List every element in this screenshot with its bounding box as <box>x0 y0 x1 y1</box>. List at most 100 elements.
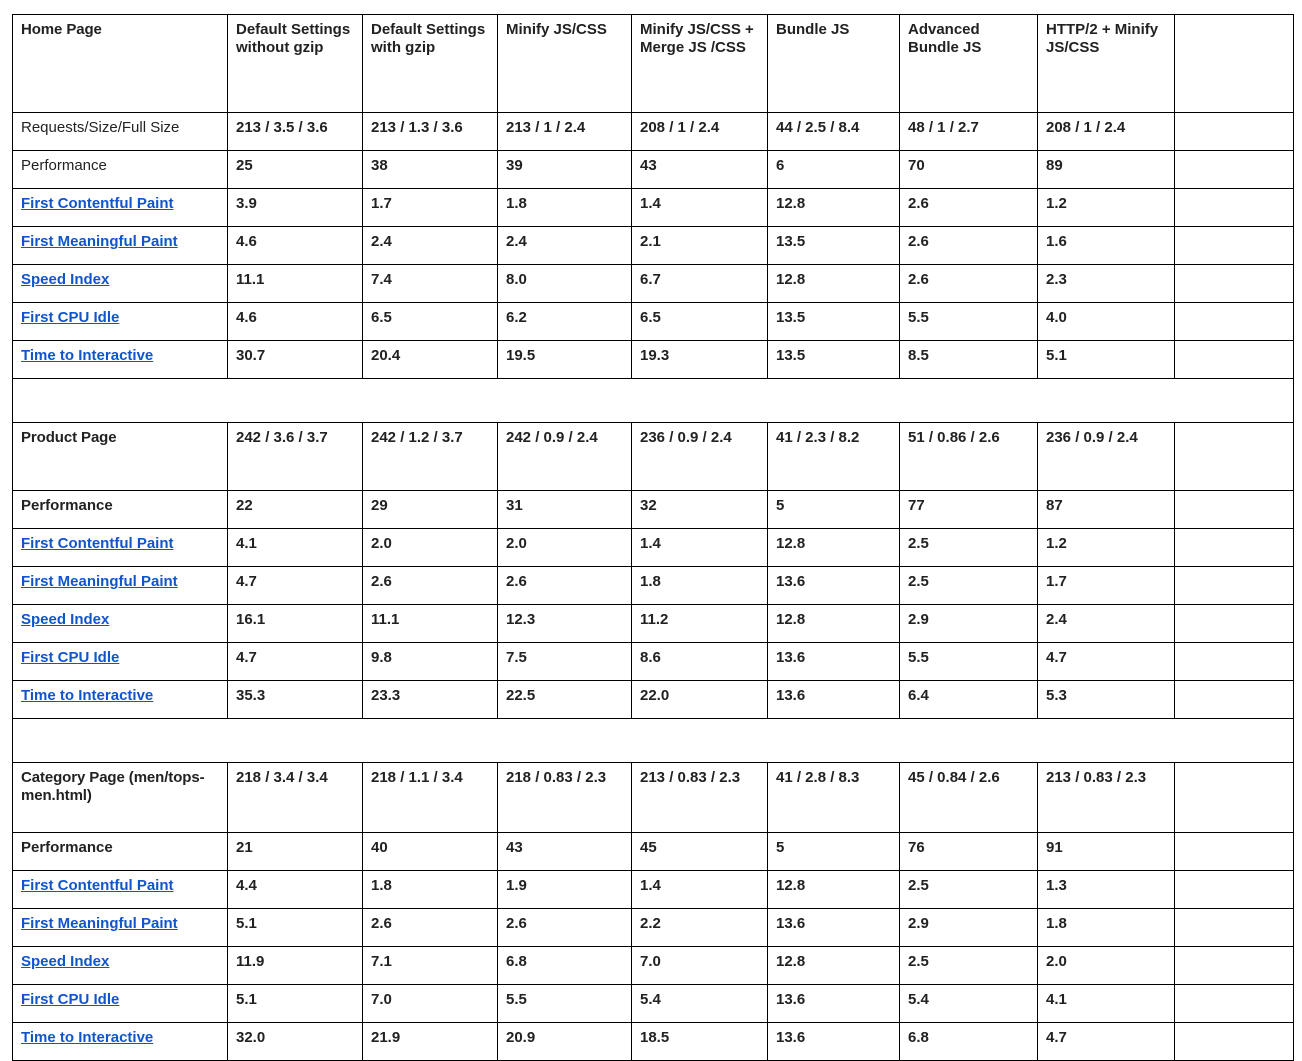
metric-value: 2.4 <box>1037 604 1175 643</box>
metric-link[interactable]: First Contentful Paint <box>21 877 174 894</box>
metric-value: 6.8 <box>497 946 632 985</box>
performance-value <box>1174 832 1294 871</box>
metric-label-cell: First Meaningful Paint <box>12 908 228 947</box>
metric-label-cell: First Contentful Paint <box>12 870 228 909</box>
column-header-2: Minify JS/CSS <box>497 14 632 113</box>
metric-value: 1.7 <box>1037 566 1175 605</box>
performance-value: 91 <box>1037 832 1175 871</box>
performance-value: 43 <box>497 832 632 871</box>
metric-value <box>1174 340 1294 379</box>
requests-size-value: 218 / 1.1 / 3.4 <box>362 762 498 833</box>
metric-link[interactable]: Speed Index <box>21 953 109 970</box>
section-title: Product Page <box>12 422 228 491</box>
metric-value: 32.0 <box>227 1022 363 1061</box>
performance-value: 29 <box>362 490 498 529</box>
metric-link[interactable]: First CPU Idle <box>21 649 119 666</box>
section-header-row: Category Page (men/tops-men.html) 218 / 3… <box>12 762 1294 833</box>
column-header-1: Default Settings with gzip <box>362 14 498 113</box>
metric-value <box>1174 946 1294 985</box>
metric-label-cell: First Contentful Paint <box>12 188 228 227</box>
requests-size-value: 41 / 2.3 / 8.2 <box>767 422 900 491</box>
metric-value: 1.8 <box>362 870 498 909</box>
metric-link[interactable]: First CPU Idle <box>21 309 119 326</box>
metric-row: First Meaningful Paint 4.7 2.6 2.6 1.8 13.6 2.… <box>12 566 1294 605</box>
metric-row: Speed Index 16.1 11.1 12.3 11.2 12.8 2.9 2.4 <box>12 604 1294 643</box>
performance-value: 5 <box>767 490 900 529</box>
metric-value: 11.9 <box>227 946 363 985</box>
metric-value: 2.6 <box>362 566 498 605</box>
metric-value: 13.5 <box>767 340 900 379</box>
metric-value: 4.0 <box>1037 302 1175 341</box>
metric-row: First CPU Idle 4.6 6.5 6.2 6.5 13.5 5.5 4.0 <box>12 302 1294 341</box>
requests-size-value: 213 / 1.3 / 3.6 <box>362 112 498 151</box>
section-header-row: Home Page Default Settings without gzip De… <box>12 14 1294 113</box>
metric-value: 13.6 <box>767 984 900 1023</box>
performance-row: Performance 25 38 39 43 6 70 89 <box>12 150 1294 189</box>
performance-value: 70 <box>899 150 1038 189</box>
metric-value: 20.9 <box>497 1022 632 1061</box>
metric-label-cell: First Meaningful Paint <box>12 226 228 265</box>
metric-value: 2.4 <box>497 226 632 265</box>
metric-value <box>1174 528 1294 567</box>
metric-value <box>1174 302 1294 341</box>
metric-value: 4.6 <box>227 226 363 265</box>
requests-size-value: 218 / 3.4 / 3.4 <box>227 762 363 833</box>
metric-value: 23.3 <box>362 680 498 719</box>
metric-link[interactable]: First CPU Idle <box>21 991 119 1008</box>
metric-label-cell: First CPU Idle <box>12 302 228 341</box>
requests-size-row: Requests/Size/Full Size 213 / 3.5 / 3.6 21… <box>12 112 1294 151</box>
metric-value: 8.6 <box>631 642 768 681</box>
metric-value: 4.7 <box>1037 1022 1175 1061</box>
metric-row: First Contentful Paint 3.9 1.7 1.8 1.4 12.8 2.… <box>12 188 1294 227</box>
performance-value: 87 <box>1037 490 1175 529</box>
metric-value: 5.1 <box>227 908 363 947</box>
metric-label-cell: First Meaningful Paint <box>12 566 228 605</box>
metric-value: 6.4 <box>899 680 1038 719</box>
performance-value: 43 <box>631 150 768 189</box>
metric-value <box>1174 264 1294 303</box>
metric-value: 7.4 <box>362 264 498 303</box>
requests-size-value: 213 / 0.83 / 2.3 <box>1037 762 1175 833</box>
metric-link[interactable]: Speed Index <box>21 611 109 628</box>
metric-link[interactable]: First Contentful Paint <box>21 195 174 212</box>
metric-link[interactable]: First Meaningful Paint <box>21 233 178 250</box>
metric-value: 2.6 <box>899 188 1038 227</box>
performance-label: Performance <box>12 150 228 189</box>
requests-size-value: 242 / 0.9 / 2.4 <box>497 422 632 491</box>
requests-size-label: Requests/Size/Full Size <box>12 112 228 151</box>
performance-value: 39 <box>497 150 632 189</box>
performance-value: 89 <box>1037 150 1175 189</box>
metric-value: 12.8 <box>767 264 900 303</box>
metric-value: 4.1 <box>1037 984 1175 1023</box>
requests-size-value: 48 / 1 / 2.7 <box>899 112 1038 151</box>
metric-value: 9.8 <box>362 642 498 681</box>
metric-value: 2.6 <box>497 566 632 605</box>
metric-value: 13.6 <box>767 680 900 719</box>
metric-value: 2.5 <box>899 946 1038 985</box>
metric-value: 4.7 <box>227 566 363 605</box>
metric-value: 5.5 <box>497 984 632 1023</box>
metric-link[interactable]: First Meaningful Paint <box>21 573 178 590</box>
metric-link[interactable]: Time to Interactive <box>21 687 153 704</box>
metric-value: 2.6 <box>497 908 632 947</box>
metric-value: 2.5 <box>899 870 1038 909</box>
metric-row: First Contentful Paint 4.1 2.0 2.0 1.4 12.8 2.… <box>12 528 1294 567</box>
column-header-3: Minify JS/CSS + Merge JS /CSS <box>631 14 768 113</box>
metric-value: 1.8 <box>1037 908 1175 947</box>
metric-value: 11.1 <box>227 264 363 303</box>
metric-value: 12.8 <box>767 946 900 985</box>
metric-value: 19.5 <box>497 340 632 379</box>
metric-value <box>1174 984 1294 1023</box>
metric-value: 22.5 <box>497 680 632 719</box>
metric-value: 4.6 <box>227 302 363 341</box>
metric-link[interactable]: Time to Interactive <box>21 1029 153 1046</box>
metric-value: 13.5 <box>767 226 900 265</box>
metric-link[interactable]: Time to Interactive <box>21 347 153 364</box>
metric-link[interactable]: First Contentful Paint <box>21 535 174 552</box>
performance-value: 38 <box>362 150 498 189</box>
metric-link[interactable]: First Meaningful Paint <box>21 915 178 932</box>
requests-size-value: 213 / 3.5 / 3.6 <box>227 112 363 151</box>
requests-size-value <box>1174 422 1294 491</box>
metric-label-cell: Speed Index <box>12 264 228 303</box>
metric-link[interactable]: Speed Index <box>21 271 109 288</box>
